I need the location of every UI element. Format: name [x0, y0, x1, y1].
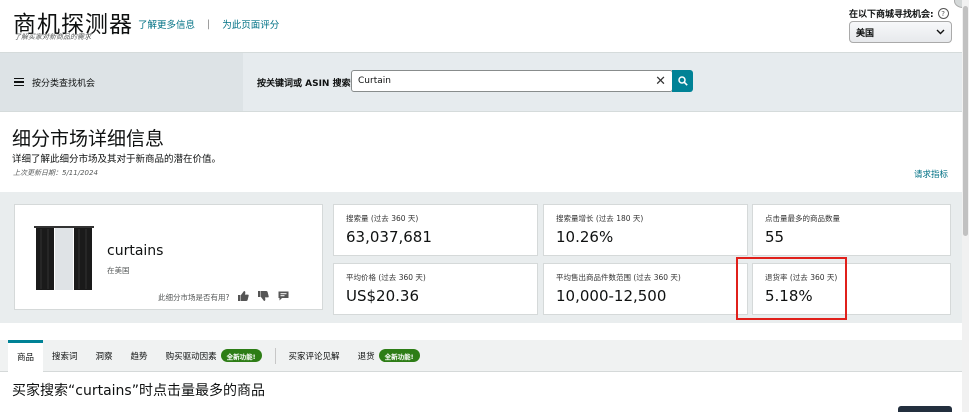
metric-card-search-growth: 搜索量增长 (过去 180 天) 10.26% — [543, 204, 748, 256]
tab-returns[interactable]: 退货 全新功能! — [349, 340, 429, 372]
search-icon — [677, 76, 688, 86]
comment-icon[interactable] — [278, 291, 289, 304]
close-icon[interactable]: ✕ — [655, 75, 666, 88]
metric-value: 63,037,681 — [346, 228, 432, 246]
metric-value: US$20.36 — [346, 287, 419, 305]
metric-value: 10.26% — [556, 228, 614, 246]
app-subtitle: 了解买家对新商品的需求 — [14, 33, 91, 41]
new-feature-badge: 全新功能! — [378, 349, 420, 362]
market-label: 在以下商城寻找机会: ? — [849, 7, 949, 20]
scrollbar-thumb[interactable] — [963, 6, 968, 236]
page-description: 详细了解此细分市场及其对于新商品的潜在价值。 — [12, 154, 222, 165]
page-title: 细分市场详细信息 — [12, 128, 165, 150]
niche-name: curtains — [107, 243, 164, 259]
thumbs-down-icon[interactable] — [258, 291, 270, 304]
keyword-search-label: 按关键词或 ASIN 搜索 — [257, 79, 351, 89]
metric-card-units-sold-range: 平均售出商品件数范围 (过去 360 天) 10,000-12,500 — [543, 263, 748, 315]
metric-value: 55 — [765, 228, 785, 246]
metric-label: 点击量最多的商品数量 — [765, 214, 840, 223]
thumbs-up-icon[interactable] — [238, 291, 250, 304]
tab-search-terms[interactable]: 搜索词 — [43, 340, 87, 372]
tab-label: 退货 — [357, 351, 375, 362]
metric-card-average-price: 平均价格 (过去 360 天) US$20.36 — [333, 263, 538, 315]
market-select-value: 美国 — [856, 28, 875, 39]
metric-label: 平均售出商品件数范围 (过去 360 天) — [556, 273, 681, 282]
rate-page-link[interactable]: 为此页面评分 — [222, 17, 279, 31]
search-input-value: Curtain — [358, 76, 391, 86]
search-button[interactable] — [672, 70, 693, 92]
link-separator: | — [207, 18, 211, 30]
help-icon[interactable]: ? — [937, 8, 949, 19]
learn-more-link[interactable]: 了解更多信息 — [138, 17, 195, 31]
tab-trends[interactable]: 趋势 — [122, 340, 157, 372]
niche-summary-card: curtains 在美国 此细分市场是否有用? — [14, 204, 323, 310]
tab-label: 洞察 — [95, 351, 113, 362]
tab-purchase-drivers[interactable]: 购买驱动因素 全新功能! — [157, 340, 271, 372]
search-input[interactable]: Curtain ✕ — [351, 70, 673, 92]
top-header: 商机探测器 了解买家对新商品的需求 了解更多信息 | 为此页面评分 在以下商城寻… — [0, 0, 969, 52]
tab-label: 商品 — [17, 353, 35, 363]
last-updated: 上次更新日期：5/11/2024 — [13, 169, 98, 177]
tab-products[interactable]: 商品 — [8, 339, 44, 372]
metric-label: 搜索量 (过去 360 天) — [346, 214, 419, 223]
return-rate-highlight — [736, 257, 847, 320]
tab-label: 购买驱动因素 — [165, 351, 217, 362]
helpful-feedback: 此细分市场是否有用? — [158, 291, 289, 304]
tab-insights[interactable]: 洞察 — [87, 340, 122, 372]
browse-label: 按分类查找机会 — [32, 78, 96, 89]
metric-label: 搜索量增长 (过去 180 天) — [556, 214, 644, 223]
helpful-question: 此细分市场是否有用? — [158, 293, 230, 302]
header-links: 了解更多信息 | 为此页面评分 — [138, 17, 279, 32]
metric-card-search-volume: 搜索量 (过去 360 天) 63,037,681 — [333, 204, 538, 256]
browse-by-category-button[interactable]: 按分类查找机会 — [0, 53, 243, 111]
metric-value: 10,000-12,500 — [556, 287, 667, 305]
tab-bar: 商品 搜索词 洞察 趋势 购买驱动因素 全新功能! 买家评论见解 退货 全新功能… — [0, 339, 969, 372]
floating-action-button[interactable] — [898, 406, 952, 412]
product-image — [34, 226, 94, 290]
metric-label: 平均价格 (过去 360 天) — [346, 273, 426, 282]
new-feature-badge: 全新功能! — [220, 349, 262, 362]
niche-region: 在美国 — [107, 266, 130, 275]
tab-label: 趋势 — [130, 351, 148, 362]
chevron-down-icon — [936, 29, 945, 35]
request-metrics-link[interactable]: 请求指标 — [914, 168, 948, 180]
tab-label: 搜索词 — [52, 351, 78, 362]
tab-customer-reviews[interactable]: 买家评论见解 — [280, 340, 349, 372]
menu-icon — [14, 77, 24, 87]
tab-label: 买家评论见解 — [288, 351, 340, 362]
tab-divider — [274, 347, 276, 364]
market-select[interactable]: 美国 — [849, 21, 952, 43]
section-title: 买家搜索“curtains”时点击量最多的商品 — [12, 383, 265, 399]
market-label-text: 在以下商城寻找机会: — [849, 10, 934, 20]
search-band: 按分类查找机会 按关键词或 ASIN 搜索 Curtain ✕ — [0, 52, 969, 112]
metric-card-top-clicked-products: 点击量最多的商品数量 55 — [752, 204, 951, 256]
